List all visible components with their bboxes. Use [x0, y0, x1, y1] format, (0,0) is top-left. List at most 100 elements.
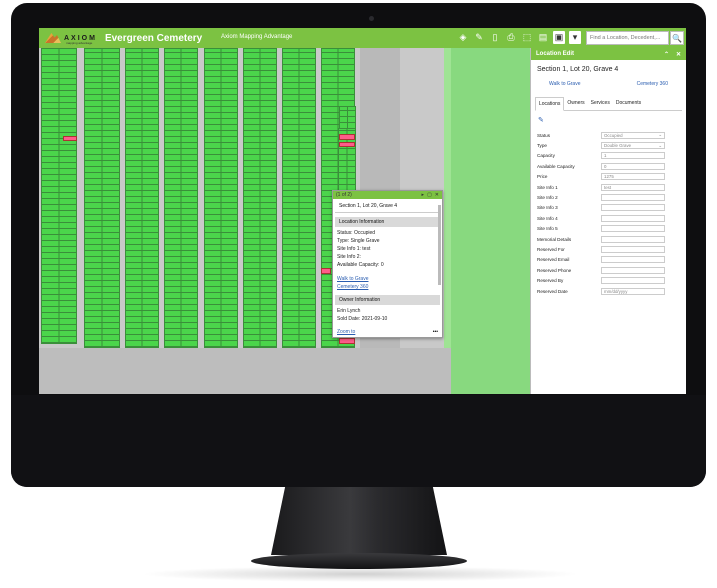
field-label-type: Type — [537, 143, 547, 149]
input-reserved-email[interactable] — [601, 256, 665, 264]
location-info-header: Location Information — [335, 217, 440, 227]
search-icon[interactable]: 🔍 — [670, 31, 684, 45]
measure-icon[interactable]: ✎ — [473, 31, 485, 44]
sold-date: Sold Date: 2021-09-10 — [337, 316, 388, 322]
input-memorial-details[interactable] — [601, 235, 665, 243]
field-label-status: Status — [537, 132, 551, 138]
more-icon[interactable]: ••• — [433, 329, 438, 335]
tab-locations[interactable]: Locations — [535, 97, 565, 111]
chevron-down-icon[interactable]: ▾ — [569, 31, 581, 44]
field-row: Reserved Date mm/dd/yyyy — [531, 286, 686, 296]
field-row: Reserved Phone — [531, 265, 686, 275]
panel-controls: ⌃ ✕ — [664, 51, 681, 58]
input-available-capacity[interactable]: 0 — [601, 162, 665, 170]
field-value-reserved-date: mm/dd/yyyy — [604, 288, 628, 294]
layers-icon[interactable]: ◈ — [457, 31, 469, 44]
select-type[interactable]: Double Grave ⌄ — [601, 142, 665, 150]
input-site-info-4[interactable] — [601, 214, 665, 222]
next-icon[interactable]: ▸ — [422, 192, 425, 198]
field-label-reserved-by: Reserved By — [537, 278, 564, 284]
field-row: Status Occupied ⌄ — [531, 130, 686, 140]
cemetery-map[interactable]: + − ⌂ ⛶ ← → (1 of 2) ▸ ▢ ✕ Section — [39, 48, 530, 394]
grave-section[interactable] — [125, 48, 159, 348]
input-reserved-for[interactable] — [601, 245, 665, 253]
field-label-reserved-date: Reserved Date — [537, 288, 568, 294]
input-site-info-1[interactable]: test — [601, 183, 665, 191]
field-label-site-info-2: Site Info 2 — [537, 195, 558, 201]
maximize-icon[interactable]: ▢ — [427, 192, 432, 198]
field-row: Available Capacity 0 — [531, 161, 686, 171]
field-row: Memorial Details — [531, 234, 686, 244]
close-icon[interactable]: ✕ — [676, 51, 681, 58]
tab-services[interactable]: Services — [588, 97, 613, 110]
occupied-grave[interactable] — [339, 134, 355, 140]
walk-to-grave-link[interactable]: Walk to Grave — [549, 81, 581, 87]
grave-section[interactable] — [164, 48, 198, 348]
field-row: Reserved Email — [531, 255, 686, 265]
tab-owners[interactable]: Owners — [564, 97, 587, 110]
logo-subtext: mapping advantage — [66, 41, 93, 45]
location-edit-panel: Location Edit ⌃ ✕ Section 1, Lot 20, Gra… — [530, 48, 686, 394]
road-horizontal — [39, 348, 451, 394]
select-status[interactable]: Occupied ⌄ — [601, 131, 665, 139]
field-row: Site Info 3 — [531, 203, 686, 213]
cemetery-360-link[interactable]: Cemetery 360 — [637, 81, 668, 87]
bookmark-icon[interactable]: ▯ — [489, 31, 501, 44]
mountain-logo-icon — [45, 33, 61, 43]
input-reserved-phone[interactable] — [601, 266, 665, 274]
input-site-info-3[interactable] — [601, 204, 665, 212]
panel-location-title: Section 1, Lot 20, Grave 4 — [537, 66, 619, 73]
panel-header: Location Edit ⌃ ✕ — [531, 48, 686, 60]
selected-grave[interactable] — [321, 268, 331, 274]
input-site-info-5[interactable] — [601, 225, 665, 233]
export-icon[interactable]: ⬚ — [521, 31, 533, 44]
cemetery-360-link[interactable]: Cemetery 360 — [333, 283, 442, 291]
grave-section[interactable] — [243, 48, 277, 348]
grave-section[interactable] — [282, 48, 316, 348]
list-icon[interactable]: ▣ — [553, 31, 565, 44]
popup-counter: (1 of 2) — [336, 192, 352, 198]
field-label-site-info-3: Site Info 3 — [537, 205, 558, 211]
app-subtitle: Axiom Mapping Advantage — [221, 34, 293, 40]
occupied-grave[interactable] — [339, 338, 355, 344]
popup-scrollbar[interactable] — [438, 205, 441, 285]
search-input[interactable]: Find a Location, Decedent,... — [586, 31, 669, 45]
occupied-grave[interactable] — [63, 136, 77, 141]
monitor-stand — [271, 487, 447, 555]
grave-section[interactable] — [84, 48, 120, 348]
field-label-available-capacity: Available Capacity — [537, 163, 575, 169]
field-row: Site Info 2 — [531, 192, 686, 202]
field-row: Site Info 4 — [531, 213, 686, 223]
chevron-down-icon: ⌄ — [658, 142, 662, 148]
camera — [369, 16, 374, 21]
input-capacity[interactable]: 1 — [601, 152, 665, 160]
collapse-icon[interactable]: ⌃ — [664, 51, 669, 58]
input-site-info-2[interactable] — [601, 194, 665, 202]
occupied-grave[interactable] — [339, 142, 355, 147]
edit-pencil-icon[interactable]: ✎ — [531, 111, 686, 130]
zoom-to-link[interactable]: Zoom to — [337, 329, 355, 335]
app-title: Evergreen Cemetery — [104, 32, 203, 44]
grave-section[interactable] — [41, 48, 77, 344]
owner-info-header: Owner Information — [335, 295, 440, 305]
close-icon[interactable]: ✕ — [435, 192, 439, 198]
grave-section[interactable] — [204, 48, 238, 348]
input-reserved-by[interactable] — [601, 277, 665, 285]
panel-links: Walk to Grave Cemetery 360 — [531, 77, 686, 93]
grave-popup: (1 of 2) ▸ ▢ ✕ Section 1, Lot 20, Grave … — [332, 190, 443, 338]
field-label-capacity: Capacity — [537, 153, 555, 159]
popup-header: (1 of 2) ▸ ▢ ✕ — [333, 191, 442, 199]
filter-icon[interactable]: ▤ — [537, 31, 549, 44]
field-value-available-capacity: 0 — [604, 163, 607, 169]
field-label-reserved-for: Reserved For — [537, 246, 565, 252]
popup-footer: Zoom to ••• — [333, 329, 442, 335]
grass-area — [451, 48, 530, 394]
walk-to-grave-link[interactable]: Walk to Grave — [333, 275, 442, 283]
input-reserved-date[interactable]: mm/dd/yyyy — [601, 287, 665, 295]
field-row: Type Double Grave ⌄ — [531, 140, 686, 150]
imac-mockup: AXIOM mapping advantage Evergreen Cemete… — [0, 0, 717, 588]
input-price[interactable]: 1275 — [601, 173, 665, 181]
app-screen: AXIOM mapping advantage Evergreen Cemete… — [39, 28, 686, 394]
tab-documents[interactable]: Documents — [613, 97, 644, 110]
print-icon[interactable]: ⎙ — [505, 31, 517, 44]
